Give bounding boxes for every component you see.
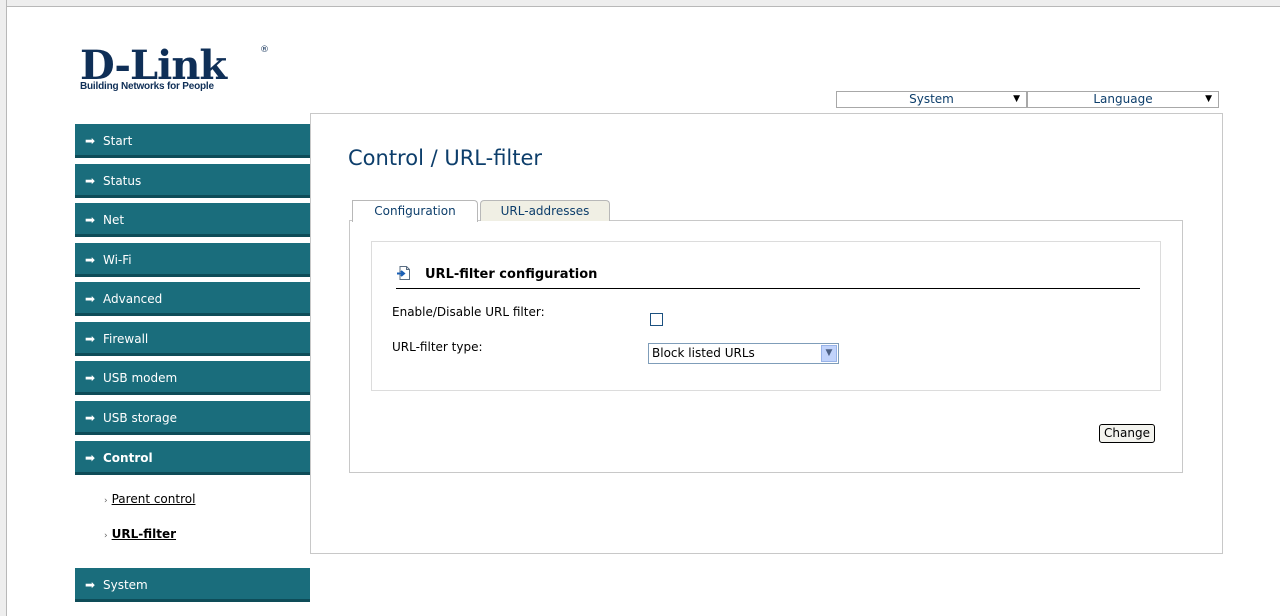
filter-type-value: Block listed URLs xyxy=(652,346,755,360)
logo-tagline: Building Networks for People xyxy=(80,81,214,92)
sidebar-item-wifi[interactable]: ➡ Wi-Fi xyxy=(75,243,310,277)
document-arrow-icon xyxy=(397,266,410,280)
submenu-item-label: URL-filter xyxy=(111,527,177,541)
sidebar-item-label: Advanced xyxy=(103,292,163,306)
tab-label: URL-addresses xyxy=(500,204,590,218)
section-title: URL-filter configuration xyxy=(425,267,598,282)
arrow-right-icon: ➡ xyxy=(85,578,96,592)
sidebar-item-firewall[interactable]: ➡ Firewall xyxy=(75,322,310,356)
chevron-down-icon: ▼ xyxy=(1013,94,1020,104)
language-dropdown-label: Language xyxy=(1093,92,1153,106)
chevron-down-icon: ▼ xyxy=(1205,94,1212,104)
arrow-right-icon: ➡ xyxy=(85,213,96,227)
sidebar-item-usb-storage[interactable]: ➡ USB storage xyxy=(75,401,310,435)
filter-type-select[interactable]: Block listed URLs ▼ xyxy=(648,343,839,364)
bullet-icon: › xyxy=(104,496,108,506)
sidebar-item-label: Status xyxy=(103,174,142,188)
dlink-logo: D-Link ® Building Networks for People xyxy=(80,42,269,92)
sidebar-item-label: System xyxy=(103,578,148,592)
filter-type-label: URL-filter type: xyxy=(392,340,483,354)
system-dropdown-label: System xyxy=(909,92,954,106)
arrow-right-icon: ➡ xyxy=(85,451,96,465)
tab-url-addresses[interactable]: URL-addresses xyxy=(480,200,610,221)
language-dropdown[interactable]: Language ▼ xyxy=(1027,91,1219,108)
enable-filter-checkbox[interactable] xyxy=(650,313,663,326)
submenu-item-label: Parent control xyxy=(111,492,196,506)
bullet-icon: › xyxy=(104,531,108,541)
sidebar-item-advanced[interactable]: ➡ Advanced xyxy=(75,282,310,316)
sidebar-item-net[interactable]: ➡ Net xyxy=(75,203,310,237)
logo-registered-mark: ® xyxy=(260,45,269,55)
sidebar-item-system[interactable]: ➡ System xyxy=(75,568,310,602)
page-title: Control / URL-filter xyxy=(348,146,543,170)
enable-filter-label: Enable/Disable URL filter: xyxy=(392,305,545,319)
sidebar-item-label: Net xyxy=(103,213,125,227)
change-button[interactable]: Change xyxy=(1099,424,1155,443)
arrow-right-icon: ➡ xyxy=(85,371,96,385)
sidebar-item-label: USB storage xyxy=(103,411,178,425)
sidebar-item-label: Start xyxy=(103,134,133,148)
arrow-right-icon: ➡ xyxy=(85,411,96,425)
sidebar-item-start[interactable]: ➡ Start xyxy=(75,124,310,158)
system-dropdown[interactable]: System ▼ xyxy=(836,91,1027,108)
sidebar-item-usb-modem[interactable]: ➡ USB modem xyxy=(75,361,310,395)
sidebar-item-label: Wi-Fi xyxy=(103,253,132,267)
window-top-border xyxy=(0,0,1280,7)
arrow-right-icon: ➡ xyxy=(85,292,96,306)
logo-text: D-Link xyxy=(80,42,227,89)
sidebar-item-label: USB modem xyxy=(103,371,178,385)
arrow-right-icon: ➡ xyxy=(85,134,96,148)
sidebar-item-control[interactable]: ➡ Control xyxy=(75,441,310,475)
submenu-item-parent-control[interactable]: › Parent control xyxy=(104,492,195,506)
sidebar-item-label: Control xyxy=(103,451,153,465)
arrow-right-icon: ➡ xyxy=(85,174,96,188)
arrow-right-icon: ➡ xyxy=(85,253,96,267)
chevron-down-icon: ▼ xyxy=(821,345,837,362)
submenu-item-url-filter[interactable]: › URL-filter xyxy=(104,527,176,541)
tab-label: Configuration xyxy=(374,204,456,218)
window-left-border xyxy=(0,0,7,616)
tab-configuration[interactable]: Configuration xyxy=(352,200,478,222)
sidebar-item-label: Firewall xyxy=(103,332,149,346)
sidebar-item-status[interactable]: ➡ Status xyxy=(75,164,310,198)
section-divider xyxy=(396,288,1140,289)
arrow-right-icon: ➡ xyxy=(85,332,96,346)
sidebar-submenu: › Parent control › URL-filter xyxy=(75,477,310,565)
